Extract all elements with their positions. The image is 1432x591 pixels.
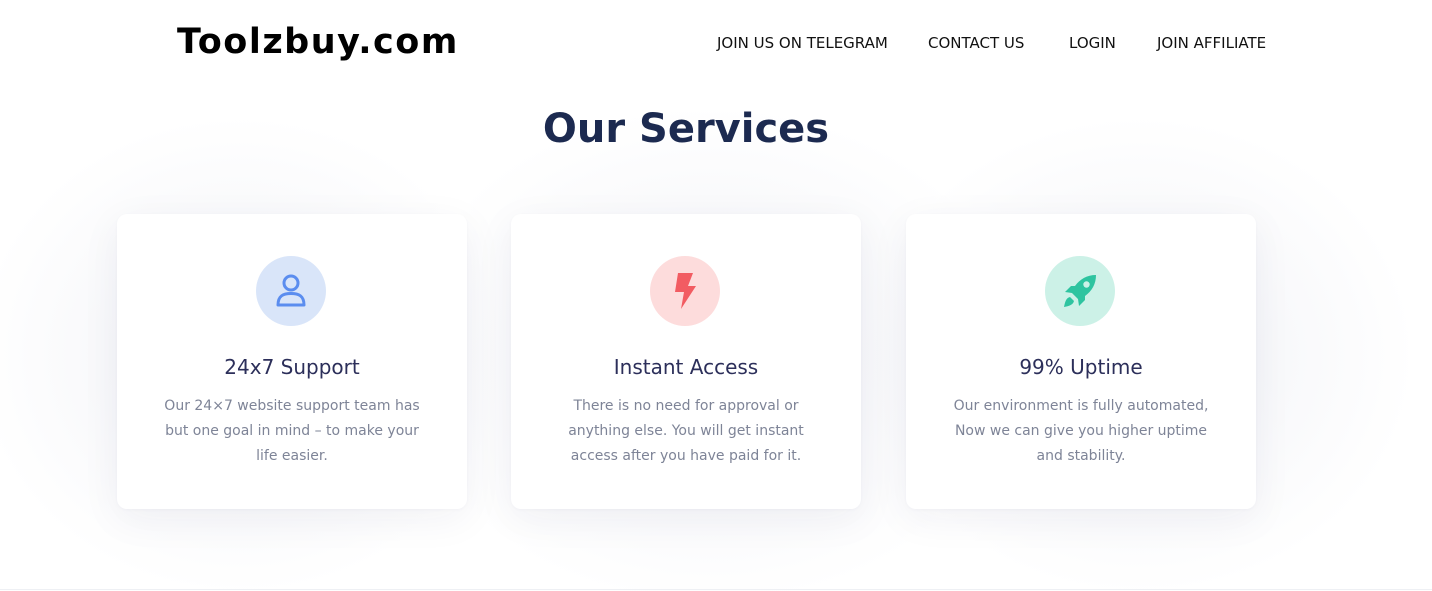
card-description: Our environment is fully automated, Now … (953, 398, 1209, 464)
card-description: There is no need for approval or anythin… (568, 398, 804, 464)
service-card-support: 24x7 Support Our 24×7 website support te… (117, 214, 467, 509)
service-card-uptime: 99% Uptime Our environment is fully auto… (906, 214, 1256, 509)
nav-contact-us[interactable]: CONTACT US (928, 32, 1030, 54)
nav-join-affiliate[interactable]: JOIN AFFILIATE (1157, 32, 1267, 54)
user-icon (274, 273, 308, 309)
section-divider (0, 589, 1432, 590)
rocket-icon (1061, 272, 1099, 310)
icon-circle (1045, 256, 1115, 326)
card-title: 99% Uptime (1019, 355, 1143, 379)
section-title: Our Services (542, 106, 830, 152)
nav-join-telegram[interactable]: JOIN US ON TELEGRAM (717, 32, 889, 54)
nav-login[interactable]: LOGIN (1069, 32, 1117, 54)
card-description: Our 24×7 website support team has but on… (164, 398, 420, 464)
card-title: Instant Access (613, 355, 759, 379)
site-header: Toolzbuy.com JOIN US ON TELEGRAM CONTACT… (0, 0, 1432, 86)
site-logo[interactable]: Toolzbuy.com (177, 20, 459, 64)
service-card-instant-access: Instant Access There is no need for appr… (511, 214, 861, 509)
lightning-icon (672, 272, 698, 310)
page: Toolzbuy.com JOIN US ON TELEGRAM CONTACT… (0, 0, 1432, 591)
card-title: 24x7 Support (224, 355, 360, 379)
icon-circle (650, 256, 720, 326)
icon-circle (256, 256, 326, 326)
